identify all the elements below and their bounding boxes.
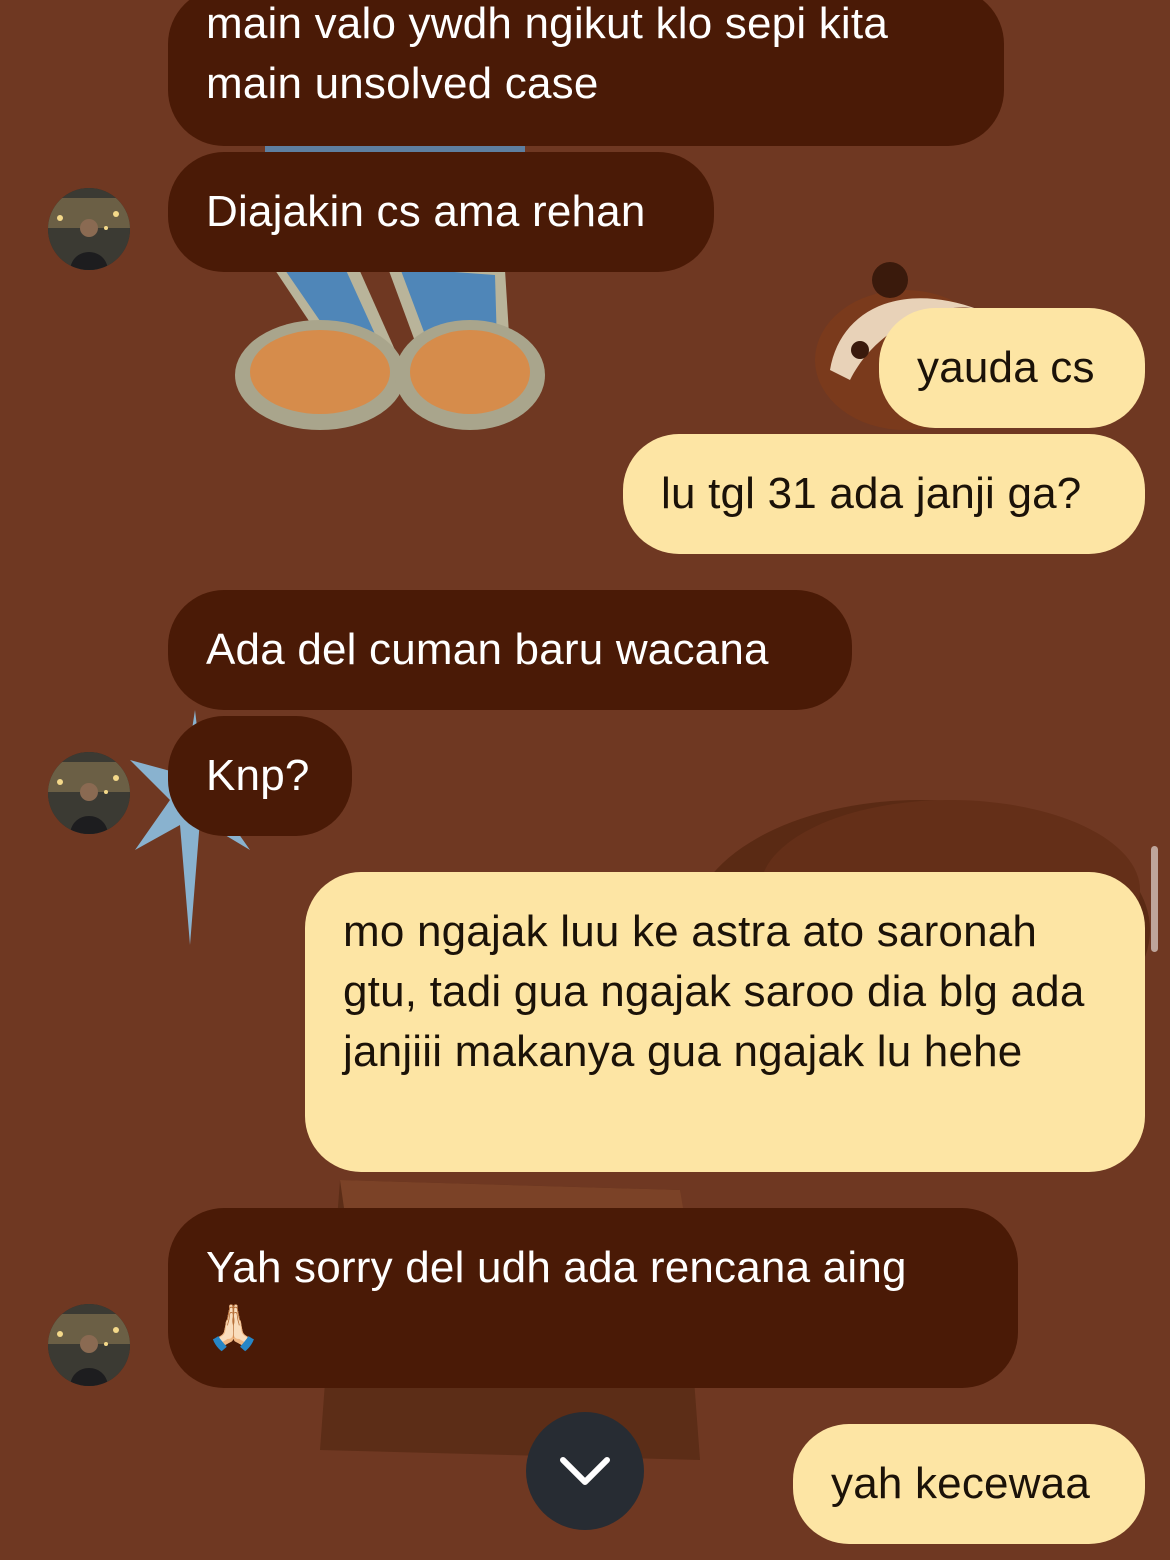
incoming-message[interactable]: Knp? — [168, 716, 352, 836]
message-text: main valo ywdh ngikut klo sepi kita main… — [206, 0, 888, 108]
chat-screen: main valo ywdh ngikut klo sepi kita main… — [0, 0, 1170, 1560]
outgoing-message[interactable]: yah kecewaa — [793, 1424, 1145, 1544]
message-text: yauda cs — [917, 343, 1095, 392]
incoming-message[interactable]: Ada del cuman baru wacana — [168, 590, 852, 710]
message-text: Diajakin cs ama rehan — [206, 187, 646, 236]
message-text: Knp? — [206, 751, 310, 800]
outgoing-message[interactable]: lu tgl 31 ada janji ga? — [623, 434, 1145, 554]
scrollbar[interactable] — [1151, 846, 1158, 952]
message-text: lu tgl 31 ada janji ga? — [661, 469, 1082, 518]
avatar[interactable] — [48, 752, 130, 834]
incoming-message[interactable]: Diajakin cs ama rehan — [168, 152, 714, 272]
message-text: Yah sorry del udh ada rencana aing — [206, 1243, 907, 1292]
message-text: mo ngajak luu ke astra ato saronah gtu, … — [343, 907, 1085, 1076]
message-text: Ada del cuman baru wacana — [206, 625, 769, 674]
avatar[interactable] — [48, 188, 130, 270]
chevron-down-icon — [560, 1457, 610, 1485]
outgoing-message[interactable]: mo ngajak luu ke astra ato saronah gtu, … — [305, 872, 1145, 1172]
scroll-to-bottom-button[interactable] — [526, 1412, 644, 1530]
avatar[interactable] — [48, 1304, 130, 1386]
folded-hands-emoji: 🙏🏻 — [206, 1303, 261, 1352]
outgoing-message[interactable]: yauda cs — [879, 308, 1145, 428]
incoming-message[interactable]: Yah sorry del udh ada rencana aing 🙏🏻 — [168, 1208, 1018, 1388]
message-text: yah kecewaa — [831, 1459, 1091, 1508]
incoming-message[interactable]: main valo ywdh ngikut klo sepi kita main… — [168, 0, 1004, 146]
